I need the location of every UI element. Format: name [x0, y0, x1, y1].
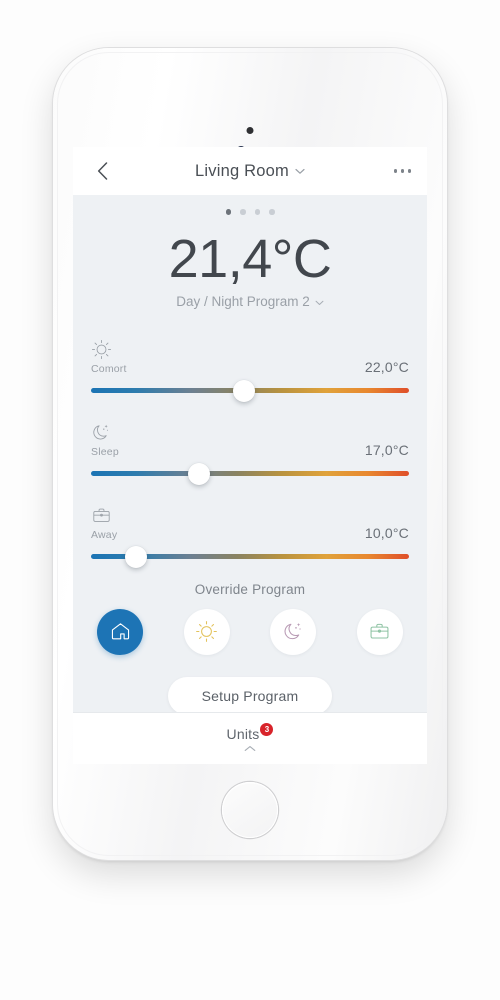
temperature-display: 21,4°C Day / Night Program 2: [73, 219, 427, 317]
navigation-title-group: Living Room: [73, 162, 427, 181]
home-button[interactable]: [222, 782, 278, 838]
slider-row-comort: Comort 22,0°C: [91, 331, 409, 402]
phone-device: Living Room 21,4°C Day / Night Program 2…: [53, 48, 447, 860]
setup-program-button[interactable]: Setup Program: [167, 676, 333, 715]
slider-label: Away: [91, 528, 118, 541]
slider-header: Away 10,0°C: [91, 497, 409, 541]
navigation-bar: Living Room: [73, 147, 427, 195]
ellipsis-icon-dot: [407, 169, 411, 173]
briefcase-icon: [371, 624, 389, 639]
home-icon: [111, 623, 129, 640]
slider-thumb[interactable]: [124, 545, 147, 568]
phone-screen: Living Room 21,4°C Day / Night Program 2…: [73, 147, 427, 764]
slider-meta: Away: [91, 505, 117, 541]
back-button[interactable]: [89, 158, 115, 184]
sun-icon: [196, 621, 218, 643]
sun-icon: [91, 339, 112, 360]
slider-gradient-track: [91, 471, 409, 477]
page-dot[interactable]: [240, 209, 246, 215]
override-mode-comfort[interactable]: [183, 608, 230, 655]
slider-track-comort[interactable]: [91, 379, 409, 402]
slider-row-sleep: Sleep 17,0°C: [91, 414, 409, 485]
page-dot[interactable]: [269, 209, 275, 215]
override-program-buttons: [73, 608, 427, 655]
slider-thumb[interactable]: [232, 379, 255, 402]
units-label: Units: [226, 725, 260, 742]
program-label: Day / Night Program 2: [176, 293, 310, 309]
page-title[interactable]: Living Room: [195, 162, 289, 181]
moon-stars-icon: [284, 623, 301, 640]
chevron-down-icon: [315, 294, 324, 309]
units-label-row: Units 3: [226, 722, 274, 742]
slider-meta: Sleep: [91, 422, 119, 458]
slider-track-sleep[interactable]: [91, 462, 409, 485]
override-mode-sleep[interactable]: [270, 608, 317, 655]
current-temperature: 21,4°C: [168, 228, 332, 289]
units-badge: 3: [260, 722, 274, 736]
slider-thumb[interactable]: [188, 462, 211, 485]
screenshot-stage: Living Room 21,4°C Day / Night Program 2…: [0, 0, 500, 1000]
slider-header: Comort 22,0°C: [91, 331, 409, 375]
override-mode-home[interactable]: [97, 608, 143, 655]
slider-header: Sleep 17,0°C: [91, 414, 409, 458]
slider-track-away[interactable]: [91, 545, 409, 568]
briefcase-icon: [91, 505, 112, 526]
ellipsis-icon-dot: [400, 169, 404, 173]
slider-meta: Comort: [91, 339, 127, 375]
slider-row-away: Away 10,0°C: [91, 497, 409, 568]
ellipsis-icon-dot: [393, 169, 397, 173]
slider-label: Comort: [91, 362, 127, 375]
page-indicator: [73, 195, 427, 219]
moon-stars-icon: [91, 422, 112, 443]
page-dot[interactable]: [225, 209, 231, 215]
chevron-left-icon: [97, 162, 107, 180]
override-program-title: Override Program: [194, 581, 306, 597]
proximity-sensor-icon: [246, 127, 254, 134]
program-selector[interactable]: Day / Night Program 2: [176, 294, 324, 309]
setup-program-container: Setup Program: [73, 676, 427, 715]
setpoint-sliders: Comort 22,0°C Sleep 17,0°C Away 10,0°C: [73, 317, 427, 568]
slider-value: 10,0°C: [364, 524, 409, 541]
slider-value: 17,0°C: [364, 441, 409, 458]
override-mode-away[interactable]: [356, 608, 403, 655]
chevron-up-icon[interactable]: [244, 745, 256, 752]
chevron-down-icon[interactable]: [295, 168, 305, 175]
slider-label: Sleep: [91, 445, 119, 458]
units-drawer[interactable]: Units 3: [73, 712, 427, 764]
page-dot[interactable]: [254, 209, 260, 215]
slider-value: 22,0°C: [364, 358, 409, 375]
more-options-button[interactable]: [393, 163, 411, 179]
